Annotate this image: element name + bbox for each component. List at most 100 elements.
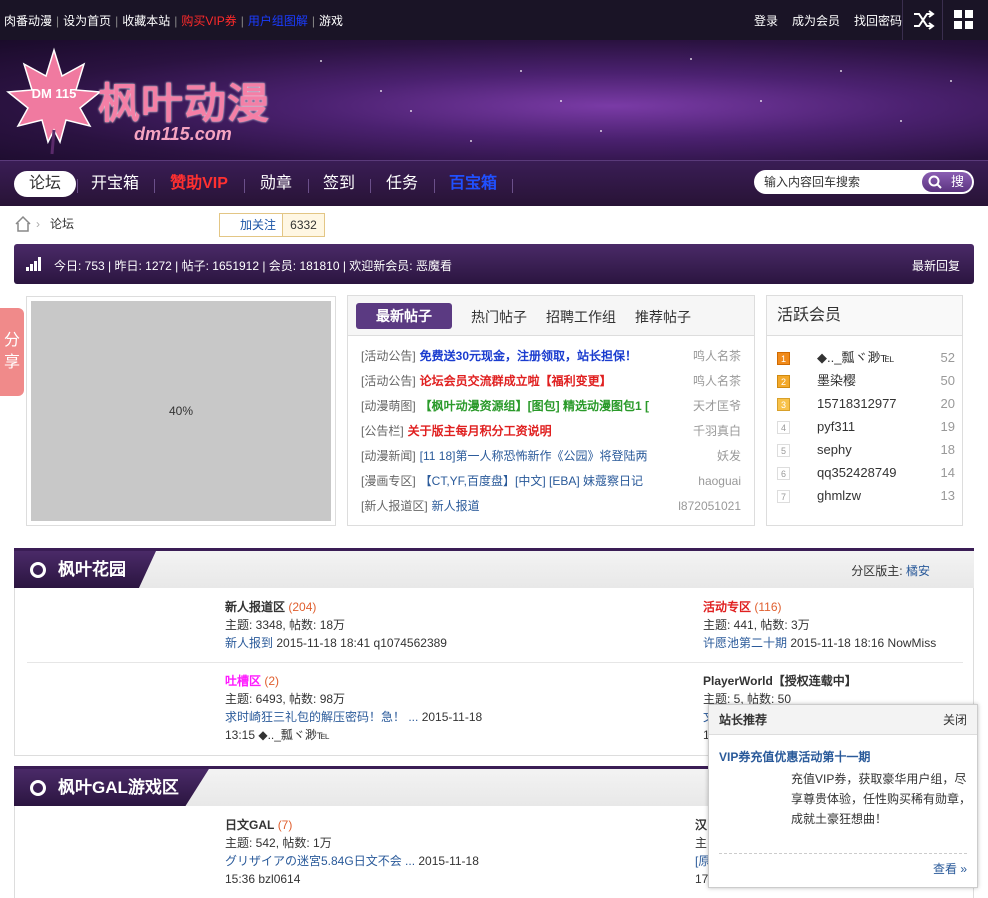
member-item: 5 sephy 18 [777,440,955,460]
forum-name[interactable]: 活动专区 [703,600,751,614]
post-row: [动漫萌图] 【枫叶动漫资源组】[图包] 精选动漫图包1 [天才匡爷 [361,396,741,416]
post-row: [活动公告] 论坛会员交流群成立啦【福利变更】 鸣人名茶 [361,371,741,391]
post-title[interactable]: 论坛会员交流群成立啦【福利变更】 [420,374,612,388]
nav-treasure[interactable]: 百宝箱 [442,171,504,197]
link-rouf[interactable]: 肉番动漫 [4,14,52,28]
weibo-follow[interactable]: 加关注 6332 [219,213,325,237]
post-author[interactable]: 鸣人名茶 [686,371,741,391]
breadcrumb: › 论坛 [14,214,214,234]
post-title[interactable]: 【枫叶动漫资源组】[图包] 精选动漫图包1 [ [420,399,649,413]
popup-title-link[interactable]: VIP券充值优惠活动第十一期 [719,748,870,765]
moderator-link[interactable]: 橘安 [906,564,930,578]
active-members-title: 活跃会员 [767,296,962,336]
tab-recommended[interactable]: 推荐帖子 [635,306,691,328]
post-author[interactable]: 妖发 [710,446,741,466]
forum-name[interactable]: 日文GAL [225,818,274,832]
follower-count: 6332 [282,214,324,236]
member-name[interactable]: 15718312977 [817,394,897,414]
member-name[interactable]: ghmlzw [817,486,861,506]
post-author[interactable]: haoguai [692,471,741,491]
link-games[interactable]: 游戏 [319,14,343,28]
site-logo[interactable]: DM 115 枫叶动漫 dm115.com [0,40,300,160]
post-title[interactable]: 新人报道 [432,499,480,513]
nav-open-box[interactable]: 开宝箱 [84,171,146,197]
member-name[interactable]: 墨染樱 [817,371,856,391]
popup-close-button[interactable]: 关闭 [943,705,967,735]
last-post-link[interactable]: 许愿池第二十期 [703,636,787,650]
section-title: 枫叶花园 [14,551,156,588]
register-link[interactable]: 成为会员 [792,14,840,28]
nav-forum[interactable]: 论坛 [14,171,76,197]
active-members-panel: 活跃会员 1 ◆.._瓢ヾ渺℡ 52 2 墨染樱 50 3 15718312977 20 4… [766,295,963,526]
popup-more-link[interactable]: 查看 » [933,860,967,877]
chevron-right-icon: › [36,217,40,231]
search-icon [928,175,942,189]
link-buy-vip[interactable]: 购买VIP券 [181,14,236,28]
section-moderator: 分区版主: 橘安 [851,564,930,578]
grid-menu-icon[interactable] [942,0,982,40]
post-author[interactable]: 千羽真白 [686,421,741,441]
post-row: [公告栏] 关于版主每月积分工资说明 千羽真白 [361,421,741,441]
post-author[interactable]: 鸣人名茶 [686,346,741,366]
share-button[interactable]: 分享 [0,308,24,396]
follow-label[interactable]: 加关注 [220,214,282,236]
post-author[interactable]: l872051021 [672,496,741,516]
post-title[interactable]: [11 18]第一人称恐怖新作《公园》将登陆两 [420,449,648,463]
forum-item: 活动专区 (116) 主题: 441, 帖数: 3万 许愿池第二十期 2015-… [703,600,937,650]
forum-stats: 今日: 753 | 昨日: 1272 | 帖子: 1651912 | 会员: 1… [54,259,452,273]
section-header-garden[interactable]: 枫叶花园 分区版主: 橘安 [14,548,974,588]
top-bar: 肉番动漫 | 设为首页 | 收藏本站 | 购买VIP券 | 用户组图解 | 游戏 登录 成为会员 找回密… [0,0,988,40]
member-item: 4 pyf311 19 [777,417,955,437]
member-name[interactable]: qq352428749 [817,463,897,483]
last-post-link[interactable]: 新人报到 [225,636,273,650]
link-bookmark[interactable]: 收藏本站 [122,14,170,28]
post-title[interactable]: 【CT,YF,百度盘】[中文] [EBA] 妹蔻察日记 [420,474,643,488]
post-title[interactable]: 免费送30元现金，注册领取，站长担保！ [420,349,637,363]
forum-name[interactable]: 新人报道区 [225,600,285,614]
member-name[interactable]: ◆.._瓢ヾ渺℡ [817,348,894,368]
search-button[interactable]: 搜 [922,172,972,192]
tab-latest-posts[interactable]: 最新帖子 [356,303,452,329]
last-post-link[interactable]: グリザイアの迷宮5.84G日文不会 ... [225,854,415,868]
post-title[interactable]: 关于版主每月积分工资说明 [408,424,552,438]
search-input[interactable] [764,173,924,191]
post-row: [活动公告] 免费送30元现金，注册领取，站长担保！ 鸣人名茶 [361,346,741,366]
member-name[interactable]: pyf311 [817,417,855,437]
latest-reply-link[interactable]: 最新回复 [912,257,960,274]
forum-name[interactable]: 吐槽区 [225,674,261,688]
forum-name[interactable]: 汉 [695,818,707,832]
post-row: [新人报道区] 新人报道 l872051021 [361,496,741,516]
forum-item: 新人报道区 (204) 主题: 3348, 帖数: 18万 新人报到 2015-… [225,600,447,650]
tab-hot-posts[interactable]: 热门帖子 [471,306,527,328]
nav-medals[interactable]: 勋章 [252,171,300,197]
svg-text:DM 115: DM 115 [32,86,77,101]
login-link[interactable]: 登录 [754,14,778,28]
post-author[interactable]: 天才匡爷 [686,396,741,416]
circle-icon [30,780,46,796]
member-name[interactable]: sephy [817,440,852,460]
link-usergroup[interactable]: 用户组图解 [248,14,308,28]
home-icon[interactable] [14,215,32,233]
nav-checkin[interactable]: 签到 [316,171,362,197]
account-links: 登录 成为会员 找回密码 [740,12,902,29]
breadcrumb-current[interactable]: 论坛 [50,214,74,234]
member-item: 6 qq352428749 14 [777,463,955,483]
stats-bar: 今日: 753 | 昨日: 1272 | 帖子: 1651912 | 会员: 1… [14,244,974,284]
recover-password-link[interactable]: 找回密码 [854,14,902,28]
site-url: dm115.com [134,124,232,144]
link-set-home[interactable]: 设为首页 [63,14,111,28]
post-row: [动漫新闻] [11 18]第一人称恐怖新作《公园》将登陆两 妖发 [361,446,741,466]
section-title: 枫叶GAL游戏区 [14,769,209,806]
tab-recruitment[interactable]: 招聘工作组 [546,306,616,328]
nav-tasks[interactable]: 任务 [378,171,426,197]
member-item: 7 ghmlzw 13 [777,486,955,506]
popup-description: 充值VIP券，获取豪华用户组，尽享尊贵体验，任性购买稀有勋章，成就土豪狂想曲！ [791,772,972,826]
posts-tabs: 最新帖子 热门帖子 招聘工作组 推荐帖子 [348,296,754,336]
last-post-link[interactable]: 求时崎狂三礼包的解压密码！急！ ... [225,710,418,724]
shuffle-icon[interactable] [902,0,942,40]
forum-item: 吐槽区 (2) 主题: 6493, 帖数: 98万 求时崎狂三礼包的解压密码！急… [225,674,483,742]
nav-sponsor-vip[interactable]: 赞助VIP [162,171,236,197]
forum-name[interactable]: PlayerWorld【授权连载中】 [703,674,857,688]
slideshow[interactable]: 40% [26,296,336,526]
maple-leaf-icon: DM 115 [6,47,102,155]
